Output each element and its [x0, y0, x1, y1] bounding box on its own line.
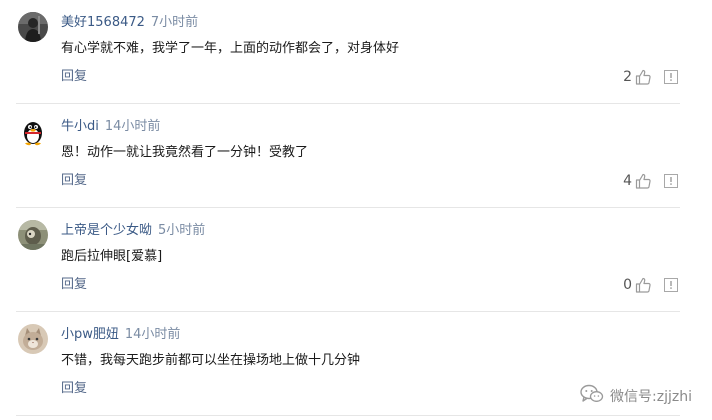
report-icon[interactable] — [664, 70, 678, 84]
penguin-avatar-icon — [18, 116, 48, 146]
avatar[interactable] — [18, 220, 48, 250]
like-count: 2 — [623, 69, 632, 85]
comment-meta: 上帝是个少女呦 5小时前 — [61, 222, 205, 240]
timestamp: 7小时前 — [150, 15, 199, 30]
comment-meta: 牛小di 14小时前 — [61, 118, 160, 136]
username[interactable]: 美好1568472 — [61, 15, 145, 30]
comment-meta: 小pw肥妞 14小时前 — [61, 326, 180, 344]
timestamp: 14小时前 — [104, 119, 161, 134]
report-icon[interactable] — [664, 174, 678, 188]
timestamp: 5小时前 — [158, 223, 206, 238]
avatar[interactable] — [18, 324, 48, 354]
thumbs-up-icon[interactable] — [634, 172, 652, 190]
avatar[interactable] — [18, 12, 48, 42]
reply-button[interactable]: 回复 — [61, 171, 87, 191]
thumbs-up-icon[interactable] — [634, 276, 652, 294]
comment-text: 有心学就不难，我学了一年，上面的动作都会了，对身体好 — [61, 41, 400, 56]
like-button[interactable]: 2 — [623, 67, 652, 87]
like-button[interactable]: 4 — [623, 171, 652, 191]
photo-avatar-icon — [18, 220, 48, 250]
comment-list: 美好1568472 7小时前 有心学就不难，我学了一年，上面的动作都会了，对身体好… — [0, 0, 712, 420]
dark-figure-avatar-icon — [18, 12, 48, 42]
like-count: 0 — [623, 277, 632, 293]
comment-item: 上帝是个少女呦 5小时前 跑后拉伸眼[爱慕] 回复 0 — [0, 208, 712, 312]
cat-avatar-icon — [18, 324, 48, 354]
watermark-text: 微信号:zjjzhi — [610, 389, 692, 405]
comment-text: 恩！动作一就让我竟然看了一分钟！受教了 — [61, 145, 309, 160]
comment-text: 跑后拉伸眼[爱慕] — [61, 249, 163, 264]
wechat-logo-icon — [580, 384, 604, 408]
username[interactable]: 牛小di — [61, 119, 99, 134]
reply-button[interactable]: 回复 — [61, 67, 87, 87]
thumbs-up-icon[interactable] — [634, 68, 652, 86]
comment-item: 牛小di 14小时前 恩！动作一就让我竟然看了一分钟！受教了 回复 4 — [0, 104, 712, 208]
watermark: 微信号:zjjzhi — [580, 384, 692, 408]
reply-button[interactable]: 回复 — [61, 379, 87, 399]
timestamp: 14小时前 — [124, 327, 181, 342]
divider — [16, 415, 680, 416]
comment-meta: 美好1568472 7小时前 — [61, 14, 198, 32]
username[interactable]: 上帝是个少女呦 — [61, 223, 152, 238]
comment-text: 不错，我每天跑步前都可以坐在操场地上做十几分钟 — [61, 353, 361, 368]
username[interactable]: 小pw肥妞 — [61, 327, 119, 342]
report-icon[interactable] — [664, 278, 678, 292]
comment-item: 美好1568472 7小时前 有心学就不难，我学了一年，上面的动作都会了，对身体好… — [0, 0, 712, 104]
like-count: 4 — [623, 173, 632, 189]
avatar[interactable] — [18, 116, 48, 146]
reply-button[interactable]: 回复 — [61, 275, 87, 295]
like-button[interactable]: 0 — [623, 275, 652, 295]
